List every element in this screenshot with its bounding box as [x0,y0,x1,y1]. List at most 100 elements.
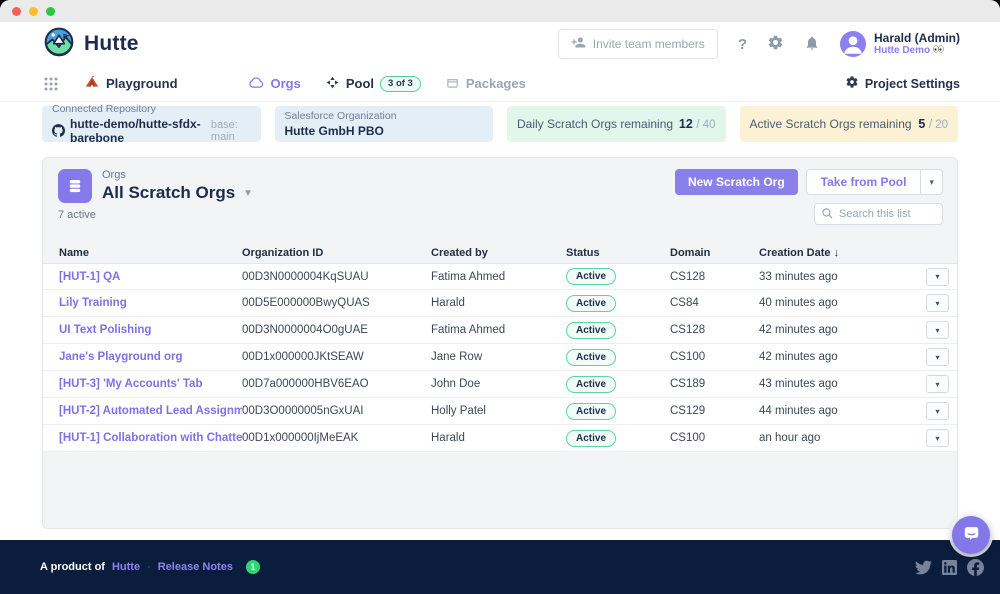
table-row: [HUT-2] Automated Lead Assignment 00D3O0… [43,398,957,425]
creation-date-cell: 33 minutes ago [759,271,903,283]
take-from-pool-caret-button[interactable]: ▾ [920,170,942,194]
row-actions-dropdown-button[interactable]: ▾ [926,268,949,286]
column-header-name[interactable]: Name [59,247,242,259]
row-actions-dropdown-button[interactable]: ▾ [926,429,949,447]
org-name-link[interactable]: UI Text Polishing [59,324,242,336]
eyes-emoji-icon [933,45,944,57]
project-settings-button[interactable]: Project Settings [845,75,960,92]
linkedin-link[interactable] [942,560,957,575]
settings-button[interactable] [767,34,784,54]
row-actions-dropdown-button[interactable]: ▾ [926,375,949,393]
nav-item-playground[interactable]: Playground [84,74,178,93]
nav-item-orgs[interactable]: Orgs [248,75,301,93]
active-total: / 20 [929,119,948,131]
user-menu[interactable]: Harald (Admin) Hutte Demo [840,31,960,57]
nav-item-pool[interactable]: Pool 3 of 3 [325,75,421,93]
org-name-link[interactable]: [HUT-2] Automated Lead Assignment [59,405,242,417]
nav-item-packages[interactable]: Packages [445,75,526,93]
invite-team-members-button[interactable]: Invite team members [558,29,718,59]
orgs-list-icon [58,169,92,203]
gear-outline-icon [845,75,859,92]
org-name-link[interactable]: [HUT-1] Collaboration with Chatter Feeds [59,432,242,444]
column-header-creation-date[interactable]: Creation Date ↓ [759,247,903,259]
column-header-domain[interactable]: Domain [670,247,759,259]
table-row: Lily Training 00D5E000000BwyQUAS Harald … [43,290,957,317]
app-window: Hutte Invite team members ? [0,0,1000,594]
org-name-link[interactable]: [HUT-1] QA [59,271,242,283]
row-actions-dropdown-button[interactable]: ▾ [926,321,949,339]
created-by-cell: Fatima Ahmed [431,271,566,283]
column-header-created-by[interactable]: Created by [431,247,566,259]
active-card-label: Active Scratch Orgs remaining [750,117,912,131]
domain-cell: CS129 [670,405,759,417]
avatar [840,31,866,57]
minimize-button[interactable] [29,7,38,16]
row-actions-dropdown-button[interactable]: ▾ [926,402,949,420]
repo-name[interactable]: hutte-demo/hutte-sfdx-barebone [70,117,206,145]
created-by-cell: Fatima Ahmed [431,324,566,336]
notifications-button[interactable] [804,35,820,54]
product-of-text: A product of [40,561,105,573]
project-settings-label: Project Settings [865,77,960,91]
column-header-organization-id[interactable]: Organization ID [242,247,431,259]
user-name: Harald (Admin) [874,31,960,45]
twitter-link[interactable] [915,559,932,576]
chat-launcher-button[interactable] [952,516,990,554]
release-notes-link[interactable]: Release Notes [158,561,233,573]
zoom-button[interactable] [46,7,55,16]
status-badge: Active [566,430,616,447]
list-kicker: Orgs [102,169,251,182]
org-id-cell: 00D3N0000004O0gUAE [242,324,431,336]
search-icon [821,207,834,225]
brand[interactable]: Hutte [44,27,139,62]
bell-icon [804,35,820,54]
macos-titlebar [0,0,1000,22]
repo-base-branch: base: main [211,119,251,143]
org-table-header: Name Organization ID Created by Status D… [43,242,957,263]
dot-separator: · [147,561,151,573]
table-row: [HUT-1] QA 00D3N0000004KqSUAU Fatima Ahm… [43,263,957,290]
creation-date-cell: 42 minutes ago [759,351,903,363]
active-scratch-orgs-card: Active Scratch Orgs remaining 5 / 20 [740,106,959,142]
cloud-icon [248,75,265,93]
org-name-link[interactable]: [HUT-3] 'My Accounts' Tab [59,378,242,390]
domain-cell: CS128 [670,271,759,283]
org-id-cell: 00D1x000000IjMeEAK [242,432,431,444]
github-icon [52,124,65,137]
new-scratch-org-button[interactable]: New Scratch Org [675,169,798,195]
project-nav: Playground Orgs Pool 3 of 3 Packages [0,66,1000,102]
app-header: Hutte Invite team members ? [0,22,1000,66]
creation-date-cell: 44 minutes ago [759,405,903,417]
help-button[interactable]: ? [738,36,747,53]
pool-count-badge: 3 of 3 [380,76,421,92]
hutte-footer-link[interactable]: Hutte [112,561,140,573]
status-badge: Active [566,403,616,420]
daily-card-label: Daily Scratch Orgs remaining [517,117,673,131]
creation-date-cell: 43 minutes ago [759,378,903,390]
row-actions-dropdown-button[interactable]: ▾ [926,348,949,366]
nav-packages-label: Packages [466,76,526,91]
org-name-link[interactable]: Lily Training [59,297,242,309]
sf-org-name: Hutte GmbH PBO [285,124,484,138]
package-box-icon [445,75,460,93]
scratch-orgs-panel: Orgs All Scratch Orgs ▾ 7 active New Scr… [42,157,958,529]
list-view-selector[interactable]: All Scratch Orgs ▾ [102,182,251,203]
domain-cell: CS189 [670,378,759,390]
org-name-link[interactable]: Jane's Playground org [59,351,242,363]
linkedin-icon [942,560,957,575]
table-row: UI Text Polishing 00D3N0000004O0gUAE Fat… [43,317,957,344]
close-button[interactable] [12,7,21,16]
workspace-name: Hutte Demo [874,45,930,57]
facebook-link[interactable] [967,559,984,576]
take-from-pool-button[interactable]: Take from Pool [807,170,921,194]
created-by-cell: Holly Patel [431,405,566,417]
row-actions-dropdown-button[interactable]: ▾ [926,294,949,312]
app-launcher-button[interactable] [44,77,58,91]
repo-card-label: Connected Repository [52,103,251,117]
created-by-cell: Harald [431,432,566,444]
take-from-pool-split-button: Take from Pool ▾ [806,169,943,195]
pool-diamond-icon [325,75,340,93]
table-row: [HUT-1] Collaboration with Chatter Feeds… [43,425,957,452]
column-header-status[interactable]: Status [566,247,670,259]
creation-date-cell: 42 minutes ago [759,324,903,336]
